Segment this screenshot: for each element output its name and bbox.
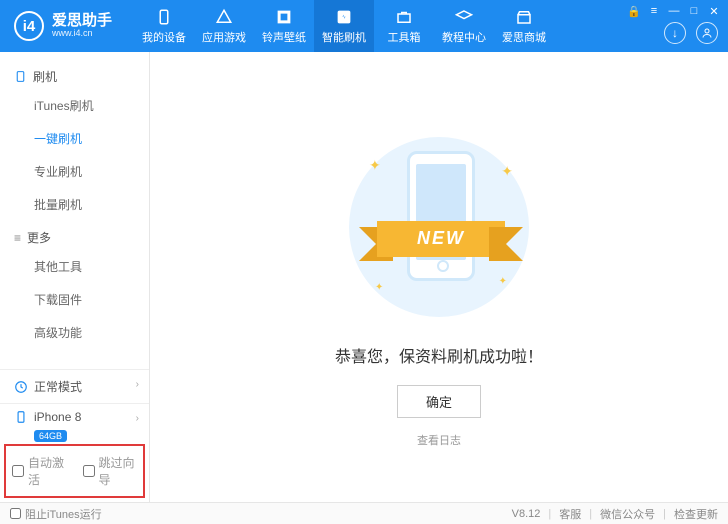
logo: i4 爱思助手 www.i4.cn (0, 11, 126, 41)
apps-icon (215, 8, 233, 26)
wechat-link[interactable]: 微信公众号 (600, 506, 655, 522)
logo-title: 爱思助手 (52, 13, 112, 30)
chevron-right-icon: › (136, 413, 139, 424)
wallpaper-icon (275, 8, 293, 26)
nav-apps[interactable]: 应用游戏 (194, 0, 254, 52)
version-label: V8.12 (512, 508, 541, 520)
sidebar-item-pro-flash[interactable]: 专业刷机 (0, 155, 149, 188)
menu-icon[interactable]: ≡ (646, 4, 662, 18)
new-ribbon: NEW (361, 215, 521, 263)
user-button[interactable] (696, 22, 718, 44)
maximize-button[interactable]: □ (686, 4, 702, 18)
device-icon (155, 8, 173, 26)
nav-toolbox[interactable]: 工具箱 (374, 0, 434, 52)
sidebar-item-itunes-flash[interactable]: iTunes刷机 (0, 89, 149, 122)
block-itunes-checkbox[interactable]: 阻止iTunes运行 (10, 506, 102, 522)
nav-ringtones[interactable]: 铃声壁纸 (254, 0, 314, 52)
sidebar-section-flash: 刷机 (0, 60, 149, 89)
header-actions: ↓ (664, 22, 718, 44)
chevron-right-icon: › (136, 379, 139, 390)
minimize-button[interactable]: — (666, 4, 682, 18)
nav-flash[interactable]: 智能刷机 (314, 0, 374, 52)
sidebar-section-more: ≡ 更多 (0, 221, 149, 250)
device-name: iPhone 8 (34, 410, 81, 424)
update-link[interactable]: 检查更新 (674, 506, 718, 522)
nav-bar: 我的设备 应用游戏 铃声壁纸 智能刷机 工具箱 教程中心 爱思商城 (134, 0, 554, 52)
tutorial-icon (455, 8, 473, 26)
mode-label: 正常模式 (34, 378, 82, 395)
sidebar-item-other-tools[interactable]: 其他工具 (0, 250, 149, 283)
skip-wizard-checkbox[interactable]: 跳过向导 (83, 454, 138, 488)
sidebar-item-download-firmware[interactable]: 下载固件 (0, 283, 149, 316)
window-controls: 🔒 ≡ — □ ✕ (626, 4, 722, 18)
nav-store[interactable]: 爱思商城 (494, 0, 554, 52)
store-icon (515, 8, 533, 26)
success-message: 恭喜您，保资料刷机成功啦！ (335, 343, 543, 367)
success-illustration: ✦ ✦ ✦ ✦ NEW (339, 127, 539, 327)
options-highlighted: 自动激活 跳过向导 (4, 444, 145, 498)
sidebar-item-advanced[interactable]: 高级功能 (0, 316, 149, 349)
nav-tutorials[interactable]: 教程中心 (434, 0, 494, 52)
storage-badge: 64GB (34, 430, 67, 442)
service-link[interactable]: 客服 (559, 506, 581, 522)
sidebar-item-batch-flash[interactable]: 批量刷机 (0, 188, 149, 221)
app-header: i4 爱思助手 www.i4.cn 我的设备 应用游戏 铃声壁纸 智能刷机 工具… (0, 0, 728, 52)
device-row[interactable]: iPhone 8 › (0, 404, 149, 428)
logo-subtitle: www.i4.cn (52, 29, 112, 39)
view-log-link[interactable]: 查看日志 (417, 432, 461, 448)
flash-icon (335, 8, 353, 26)
status-bar: 阻止iTunes运行 V8.12 | 客服 | 微信公众号 | 检查更新 (0, 502, 728, 524)
ok-button[interactable]: 确定 (397, 385, 481, 418)
sidebar: 刷机 iTunes刷机 一键刷机 专业刷机 批量刷机 ≡ 更多 其他工具 下载固… (0, 52, 150, 502)
auto-activate-checkbox[interactable]: 自动激活 (12, 454, 67, 488)
close-button[interactable]: ✕ (706, 4, 722, 18)
main-content: ✦ ✦ ✦ ✦ NEW 恭喜您，保资料刷机成功啦！ 确定 查看日志 (150, 52, 728, 502)
logo-icon: i4 (14, 11, 44, 41)
nav-my-device[interactable]: 我的设备 (134, 0, 194, 52)
toolbox-icon (395, 8, 413, 26)
mode-row[interactable]: 正常模式 › (0, 370, 149, 404)
sidebar-item-oneclick-flash[interactable]: 一键刷机 (0, 122, 149, 155)
download-button[interactable]: ↓ (664, 22, 686, 44)
lock-icon[interactable]: 🔒 (626, 4, 642, 18)
